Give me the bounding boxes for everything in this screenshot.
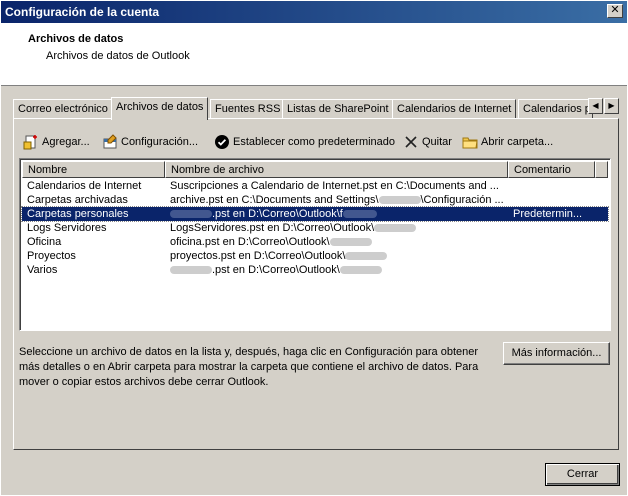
row-file-cell: LogsServidores.pst en D:\Correo\Outlook\	[170, 221, 506, 235]
redacted-blur	[329, 238, 372, 247]
set-default-button[interactable]: Establecer como predeterminado	[214, 132, 395, 152]
window-title: Configuración de la cuenta	[5, 5, 160, 19]
redacted-blur	[374, 224, 417, 233]
table-row[interactable]: Proyectos proyectos.pst en D:\Correo\Out…	[22, 249, 608, 263]
open-folder-button[interactable]: Abrir carpeta...	[462, 132, 553, 152]
redacted-blur	[345, 252, 388, 261]
tab-data-files[interactable]: Archivos de datos	[111, 97, 209, 120]
row-name: Oficina	[27, 236, 62, 248]
tab-published-calendars[interactable]: Calendarios p	[518, 99, 593, 119]
row-file: proyectos.pst en D:\Correo\Outlook\	[170, 250, 346, 262]
more-info-button[interactable]: Más información...	[503, 342, 610, 365]
redacted-blur	[170, 266, 212, 275]
row-file-tail: \Configuración ...	[420, 194, 504, 206]
column-comment[interactable]: Comentario	[508, 161, 595, 178]
row-file-cell: .pst en D:\Correo\Outlook\	[170, 263, 506, 277]
row-file: .pst en D:\Correo\Outlook\f	[212, 208, 343, 220]
row-file-cell: oficina.pst en D:\Correo\Outlook\	[170, 235, 506, 249]
tab-email[interactable]: Correo electrónico	[13, 99, 113, 119]
tab-rss[interactable]: Fuentes RSS	[210, 99, 286, 119]
remove-label: Quitar	[422, 136, 452, 148]
settings-button[interactable]: Configuración...	[102, 132, 198, 152]
redacted-blur	[170, 210, 212, 219]
column-name[interactable]: Nombre	[22, 161, 165, 178]
tab-sharepoint[interactable]: Listas de SharePoint	[282, 99, 394, 119]
redacted-blur	[378, 196, 421, 205]
row-file: .pst en D:\Correo\Outlook\	[212, 264, 340, 276]
row-file: LogsServidores.pst en D:\Correo\Outlook\	[170, 222, 375, 234]
add-label: Agregar...	[42, 136, 90, 148]
header-subtitle: Archivos de datos de Outlook	[46, 50, 190, 62]
settings-label: Configuración...	[121, 136, 199, 148]
table-row[interactable]: Varios .pst en D:\Correo\Outlook\	[22, 263, 608, 277]
list-header: Nombre Nombre de archivo Comentario	[22, 161, 608, 178]
account-settings-window: Configuración de la cuenta ✕ Archivos de…	[0, 0, 628, 496]
row-comment: Predetermin...	[513, 208, 583, 220]
data-files-panel: Agregar... Configuración... Establecer c…	[13, 118, 619, 450]
data-files-list[interactable]: Nombre Nombre de archivo Comentario Cale…	[19, 158, 611, 331]
table-row[interactable]: Calendarios de Internet Suscripciones a …	[22, 179, 608, 193]
row-file-cell: archive.pst en C:\Documents and Settings…	[170, 193, 506, 207]
tab-scroll-left-button[interactable]: ◀	[588, 98, 603, 114]
add-file-icon	[23, 134, 39, 150]
row-file-cell: proyectos.pst en D:\Correo\Outlook\	[170, 249, 506, 263]
help-text: Seleccione un archivo de datos en la lis…	[19, 346, 479, 388]
row-name: Carpetas archivadas	[27, 194, 128, 206]
column-file-name[interactable]: Nombre de archivo	[165, 161, 508, 178]
table-row[interactable]: Carpetas archivadas archive.pst en C:\Do…	[22, 193, 608, 207]
table-row[interactable]: Oficina oficina.pst en D:\Correo\Outlook…	[22, 235, 608, 249]
row-name: Carpetas personales	[27, 208, 129, 220]
tab-scroll-right-button[interactable]: ▶	[604, 98, 619, 114]
table-row[interactable]: Logs Servidores LogsServidores.pst en D:…	[22, 221, 608, 235]
column-filler	[595, 161, 608, 178]
toolbar: Agregar... Configuración... Establecer c…	[22, 132, 612, 152]
row-name: Calendarios de Internet	[27, 180, 142, 192]
row-file: Suscripciones a Calendario de Internet.p…	[170, 180, 499, 192]
row-name: Varios	[27, 264, 58, 276]
checkmark-icon	[214, 134, 230, 150]
add-button[interactable]: Agregar...	[23, 132, 90, 152]
header-title: Archivos de datos	[28, 33, 124, 45]
tab-internet-calendars[interactable]: Calendarios de Internet	[392, 99, 517, 119]
tab-strip: Correo electrónico Archivos de datos Fue…	[13, 97, 619, 120]
open-folder-label: Abrir carpeta...	[481, 136, 554, 148]
remove-x-icon	[403, 134, 419, 150]
close-window-button[interactable]: ✕	[607, 4, 623, 18]
close-button[interactable]: Cerrar	[545, 463, 620, 486]
settings-icon	[102, 134, 118, 150]
table-row-selected[interactable]: Carpetas personales .pst en D:\Correo\Ou…	[21, 206, 609, 222]
row-file: archive.pst en C:\Documents and Settings…	[170, 194, 379, 206]
title-bar[interactable]: Configuración de la cuenta ✕	[1, 1, 627, 23]
row-file: oficina.pst en D:\Correo\Outlook\	[170, 236, 330, 248]
row-file-cell: .pst en D:\Correo\Outlook\f	[170, 207, 506, 221]
redacted-blur	[339, 266, 382, 275]
dialog-header: Archivos de datos Archivos de datos de O…	[1, 23, 627, 86]
row-name: Logs Servidores	[27, 222, 107, 234]
redacted-blur	[342, 210, 377, 219]
folder-icon	[462, 134, 478, 150]
remove-button[interactable]: Quitar	[403, 132, 452, 152]
set-default-label: Establecer como predeterminado	[233, 136, 396, 148]
row-name: Proyectos	[27, 250, 76, 262]
